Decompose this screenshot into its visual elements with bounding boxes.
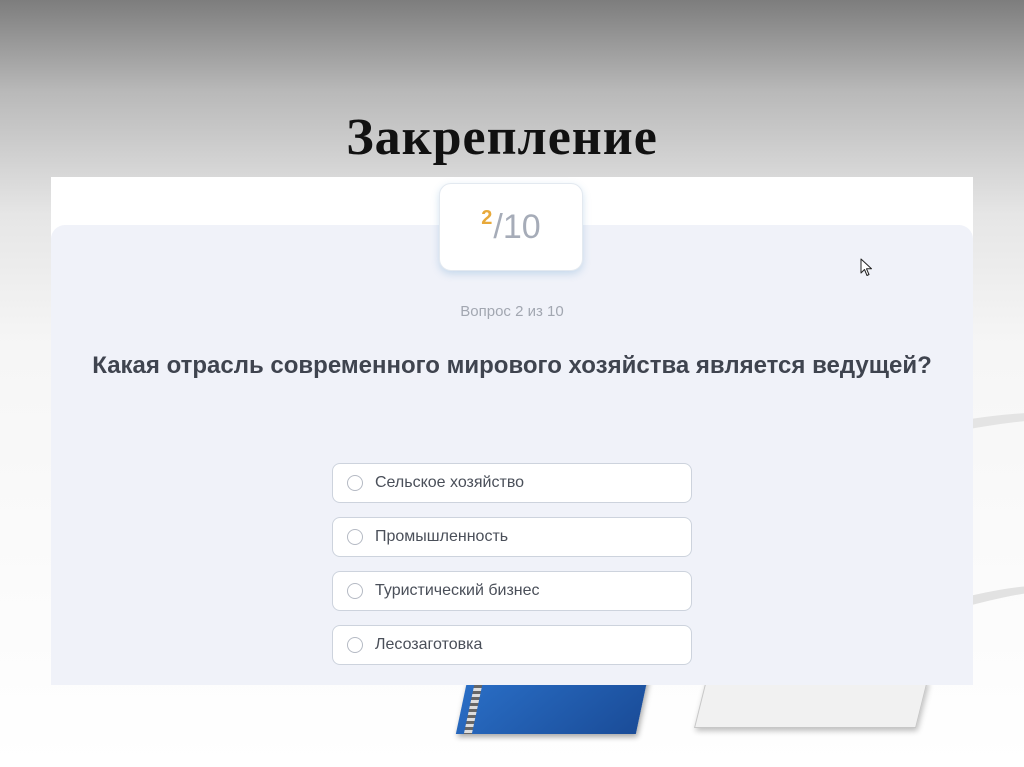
answer-options: Сельское хозяйство Промышленность Турист… bbox=[332, 463, 692, 679]
slide-title: Закрепление bbox=[346, 109, 658, 166]
answer-option-label: Туристический бизнес bbox=[375, 582, 540, 599]
radio-icon[interactable] bbox=[347, 637, 363, 653]
radio-icon[interactable] bbox=[347, 529, 363, 545]
current-question-number: 2 bbox=[481, 206, 493, 229]
question-progress-card: 2/10 bbox=[439, 183, 583, 271]
answer-option-label: Лесозаготовка bbox=[375, 636, 483, 653]
answer-option-label: Сельское хозяйство bbox=[375, 474, 525, 491]
quiz-screenshot: 2/10 Вопрос 2 из 10 Какая отрасль соврем… bbox=[51, 177, 973, 685]
question-text: Какая отрасль современного мирового хозя… bbox=[92, 352, 932, 379]
answer-option-label: Промышленность bbox=[375, 528, 509, 545]
mouse-cursor-icon bbox=[860, 258, 872, 276]
total-questions: /10 bbox=[493, 207, 541, 246]
radio-icon[interactable] bbox=[347, 475, 363, 491]
decorative-notebook-image bbox=[694, 680, 928, 728]
answer-option[interactable]: Промышленность bbox=[332, 517, 692, 557]
answer-option[interactable]: Лесозаготовка bbox=[332, 625, 692, 665]
question-counter: Вопрос 2 из 10 bbox=[460, 303, 564, 320]
answer-option[interactable]: Сельское хозяйство bbox=[332, 463, 692, 503]
radio-icon[interactable] bbox=[347, 583, 363, 599]
answer-option[interactable]: Туристический бизнес bbox=[332, 571, 692, 611]
